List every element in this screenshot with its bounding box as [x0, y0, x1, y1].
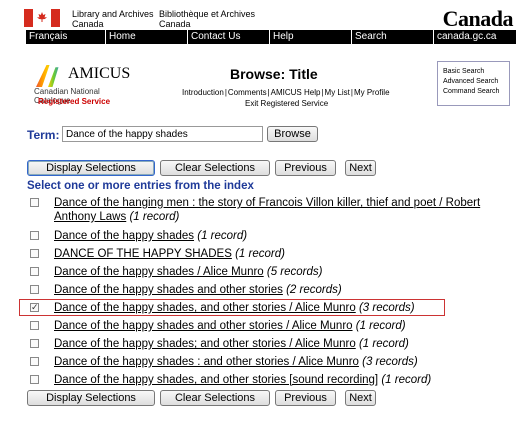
- entry-count: (2 records): [286, 284, 342, 296]
- entry-link[interactable]: Dance of the happy shades and other stor…: [54, 284, 283, 296]
- entry-checkbox[interactable]: [30, 231, 39, 240]
- entry-link[interactable]: Dance of the happy shades, and other sto…: [54, 302, 356, 314]
- entry-checkbox[interactable]: [30, 267, 39, 276]
- nav-help-link[interactable]: Help: [270, 30, 352, 44]
- entry-link[interactable]: DANCE OF THE HAPPY SHADES: [54, 248, 232, 260]
- nav-francais-link[interactable]: Français: [26, 30, 106, 44]
- canada-flag-icon: [24, 9, 60, 27]
- department-name-english: Library and Archives Canada: [72, 9, 154, 29]
- previous-button[interactable]: Previous: [275, 160, 336, 176]
- top-nav-bar: Français Home Contact Us Help Search can…: [26, 30, 516, 44]
- entry-count: (3 records): [358, 302, 415, 314]
- amicus-logo: AMICUS Canadian National Catalogue Regis…: [34, 65, 131, 106]
- clear-selections-button-bottom[interactable]: Clear Selections: [160, 390, 270, 406]
- entry-link[interactable]: Anthony Laws: [54, 211, 126, 223]
- term-label: Term:: [27, 128, 60, 142]
- next-button-bottom[interactable]: Next: [345, 390, 376, 406]
- nav-contact-link[interactable]: Contact Us: [188, 30, 270, 44]
- entry-count: (3 records): [362, 356, 418, 368]
- advanced-search-link[interactable]: Advanced Search: [443, 77, 509, 87]
- entry-count: (5 records): [266, 266, 323, 278]
- previous-button-bottom[interactable]: Previous: [275, 390, 336, 406]
- service-links: Introduction|Comments|AMICUS Help|My Lis…: [181, 88, 391, 97]
- entry-count: (1 record): [355, 320, 406, 332]
- canada-wordmark: Canada: [442, 6, 514, 31]
- instruction-text: Select one or more entries from the inde…: [27, 180, 254, 192]
- entry-checkbox[interactable]: [30, 285, 39, 294]
- entry-count: (1 record): [235, 248, 285, 260]
- entry-link[interactable]: Dance of the happy shades : and other st…: [54, 356, 359, 368]
- entry-checkbox[interactable]: [30, 375, 39, 384]
- display-selections-button-bottom[interactable]: Display Selections: [27, 390, 155, 406]
- amicus-swoosh-icon: [36, 65, 59, 87]
- nav-canada-link[interactable]: canada.gc.ca: [434, 30, 516, 44]
- entry-checkbox[interactable]: [30, 249, 39, 258]
- entry-count: (1 record): [197, 230, 248, 242]
- nav-search-link[interactable]: Search: [352, 30, 434, 44]
- clear-selections-button[interactable]: Clear Selections: [160, 160, 270, 176]
- next-button[interactable]: Next: [345, 160, 376, 176]
- page-title: Browse: Title: [230, 66, 318, 82]
- exit-service-link[interactable]: Exit Registered Service: [245, 99, 328, 108]
- nav-home-link[interactable]: Home: [106, 30, 188, 44]
- fip-header: Library and Archives Canada Bibliothèque …: [0, 0, 529, 31]
- introduction-link[interactable]: Introduction: [181, 88, 225, 97]
- comments-link[interactable]: Comments: [227, 88, 268, 97]
- browse-button[interactable]: Browse: [267, 126, 318, 142]
- entry-checkbox[interactable]: [30, 357, 39, 366]
- search-options-box: Basic Search Advanced Search Command Sea…: [437, 61, 510, 106]
- amicus-help-link[interactable]: AMICUS Help: [270, 88, 322, 97]
- entry-checkbox-checked[interactable]: [30, 300, 39, 314]
- entry-checkbox[interactable]: [30, 321, 39, 330]
- entry-checkbox[interactable]: [30, 339, 39, 348]
- entry-link[interactable]: Dance of the happy shades; and other sto…: [54, 338, 356, 350]
- entry-link[interactable]: Dance of the hanging men : the story of …: [54, 197, 480, 209]
- command-search-link[interactable]: Command Search: [443, 87, 509, 97]
- department-name-french: Bibliothèque et Archives Canada: [159, 9, 256, 29]
- entry-checkbox[interactable]: [30, 198, 39, 207]
- my-profile-link[interactable]: My Profile: [353, 88, 391, 97]
- term-input[interactable]: [62, 126, 263, 142]
- entry-count: (1 record): [381, 374, 432, 386]
- entry-link[interactable]: Dance of the happy shades: [54, 230, 194, 242]
- entry-count: (1 record): [129, 211, 180, 223]
- display-selections-button[interactable]: Display Selections: [27, 160, 155, 176]
- entry-link[interactable]: Dance of the happy shades, and other sto…: [54, 374, 378, 386]
- entry-count: (1 record): [358, 338, 409, 350]
- my-list-link[interactable]: My List: [324, 88, 351, 97]
- entry-link[interactable]: Dance of the happy shades / Alice Munro: [54, 266, 264, 278]
- basic-search-link[interactable]: Basic Search: [443, 67, 509, 77]
- entry-link[interactable]: Dance of the happy shades and other stor…: [54, 320, 353, 332]
